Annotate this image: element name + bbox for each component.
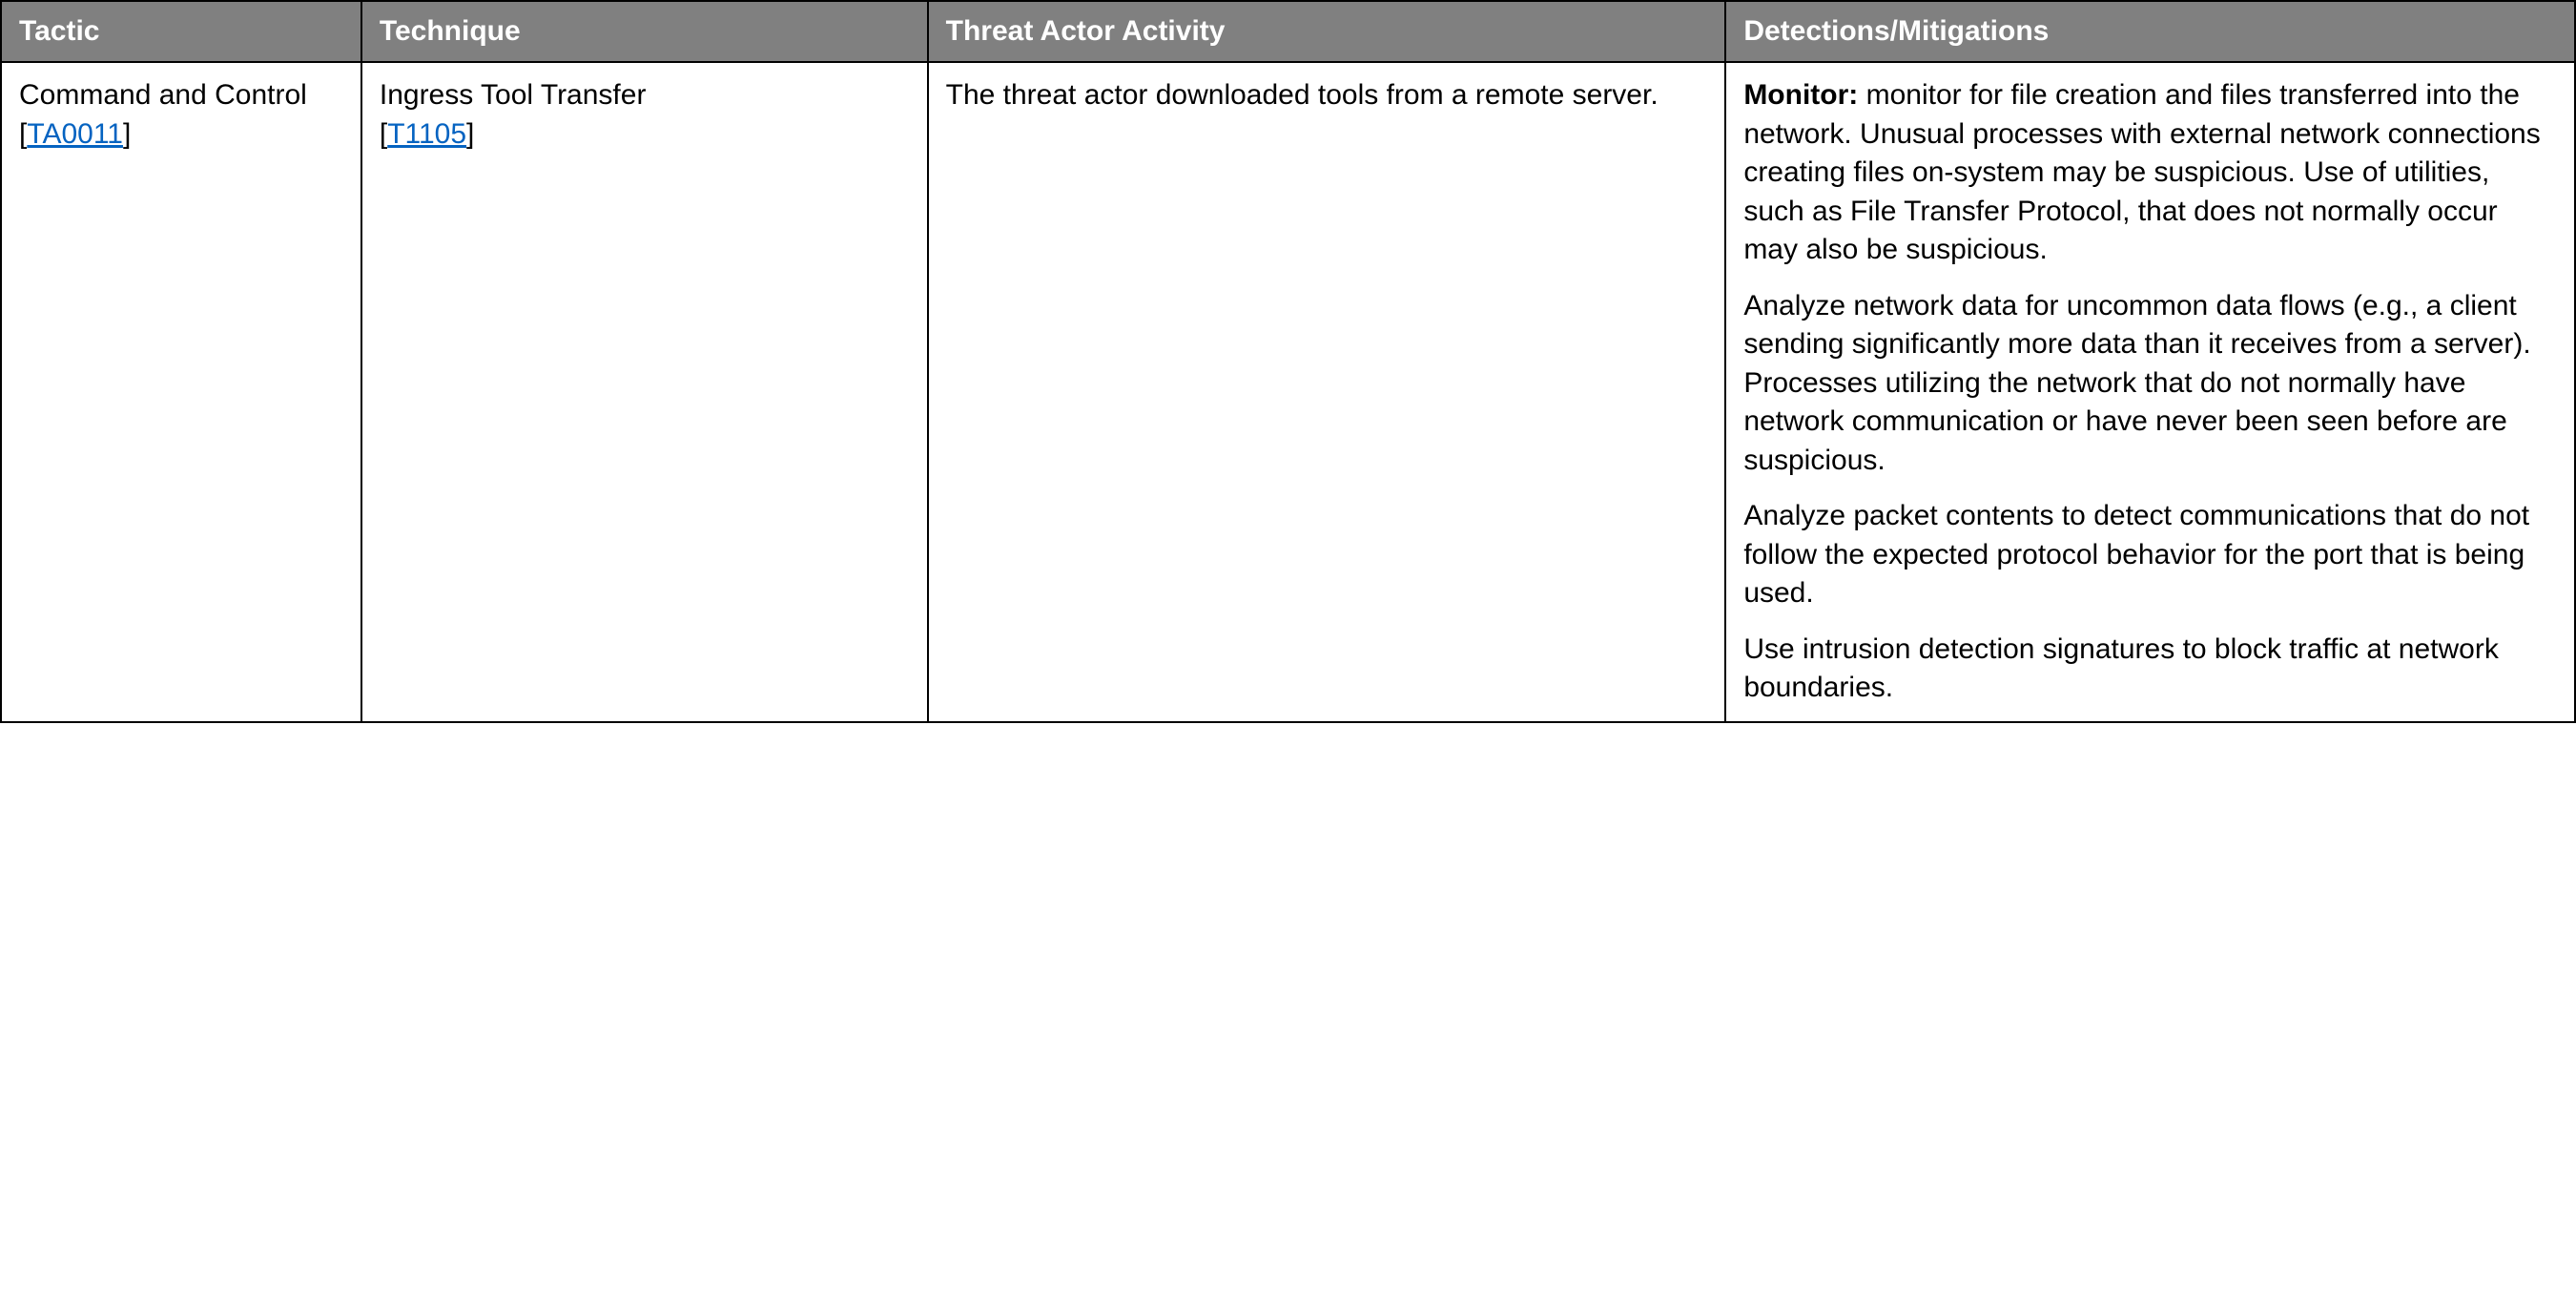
cell-technique: Ingress Tool Transfer [T1105] [361,62,928,722]
monitor-label: Monitor: [1743,79,1858,111]
cell-activity: The threat actor downloaded tools from a… [928,62,1726,722]
detections-p1: Monitor: monitor for file creation and f… [1743,76,2557,270]
cell-tactic: Command and Control [TA0011] [1,62,361,722]
header-tactic: Tactic [1,1,361,62]
mitre-attack-table: Tactic Technique Threat Actor Activity D… [0,0,2576,723]
header-technique: Technique [361,1,928,62]
tactic-link[interactable]: TA0011 [27,118,123,150]
activity-text: The threat actor downloaded tools from a… [946,76,1708,115]
detections-p1-rest: monitor for file creation and files tran… [1743,79,2540,265]
detections-p2: Analyze network data for uncommon data f… [1743,287,2557,481]
technique-link[interactable]: T1105 [387,118,466,150]
technique-name: Ingress Tool Transfer [380,79,647,111]
detections-p4: Use intrusion detection signatures to bl… [1743,631,2557,708]
table-header-row: Tactic Technique Threat Actor Activity D… [1,1,2575,62]
header-activity: Threat Actor Activity [928,1,1726,62]
table-row: Command and Control [TA0011] Ingress Too… [1,62,2575,722]
tactic-name: Command and Control [19,79,307,111]
header-detections: Detections/Mitigations [1725,1,2575,62]
cell-detections: Monitor: monitor for file creation and f… [1725,62,2575,722]
detections-p3: Analyze packet contents to detect commun… [1743,497,2557,613]
